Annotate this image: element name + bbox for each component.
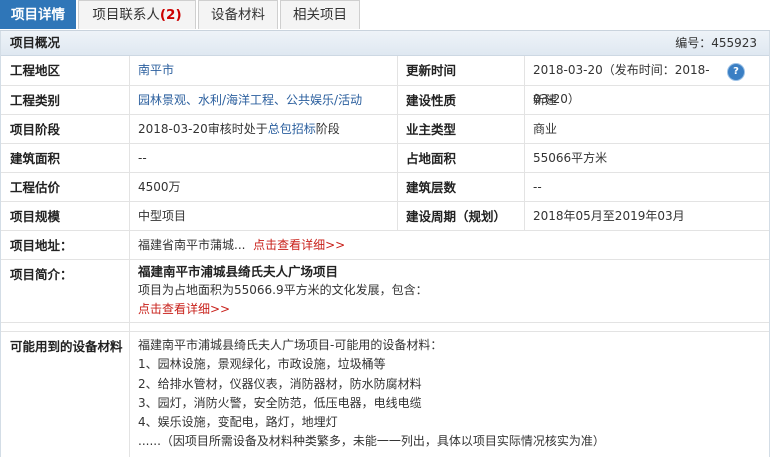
tab-related-projects[interactable]: 相关项目 — [280, 0, 360, 29]
intro-title: 福建南平市浦城县绮氏夫人广场项目 — [138, 264, 339, 279]
intro-text: 项目为占地面积为55066.9平方米的文化发展，包含： — [138, 283, 428, 297]
scale-value: 中型项目 — [138, 209, 187, 223]
owner-type-label: 业主类型 — [406, 122, 457, 137]
category-label: 工程类别 — [10, 93, 61, 108]
address-text: 福建省南平市蒲城... — [138, 238, 246, 252]
table-row: 工程类别 园林景观、水利/海洋工程、公共娱乐/活动 建设性质 新建 — [1, 86, 769, 115]
address-detail-link[interactable]: 点击查看详细>> — [253, 238, 345, 252]
region-value[interactable]: 南平市 — [129, 56, 397, 85]
stage-link[interactable]: 总包招标 — [268, 122, 316, 136]
build-area-value: -- — [138, 151, 147, 165]
build-area-label: 建筑面积 — [10, 151, 61, 166]
table-row: 项目简介： 福建南平市浦城县绮氏夫人广场项目 项目为占地面积为55066.9平方… — [1, 260, 769, 323]
tab-label: 相关项目 — [293, 7, 347, 23]
land-area-label: 占地面积 — [406, 151, 457, 166]
materials-label: 可能用到的设备材料 — [10, 339, 123, 354]
address-label: 项目地址： — [10, 238, 73, 253]
intro-detail-link[interactable]: 点击查看详细>> — [138, 300, 758, 319]
materials-content: 福建南平市浦城县绮氏夫人广场项目-可能用的设备材料： 1、园林设施，景观绿化，市… — [138, 336, 763, 452]
overview-title: 项目概况 — [10, 35, 61, 50]
materials-intro: 福建南平市浦城县绮氏夫人广场项目-可能用的设备材料： — [138, 338, 443, 352]
period-value: 2018年05月至2019年03月 — [533, 209, 685, 223]
overview-header: 项目概况 编号：455923 — [1, 31, 769, 56]
spacer-row — [1, 323, 769, 332]
table-row: 可能用到的设备材料 福建南平市浦城县绮氏夫人广场项目-可能用的设备材料： 1、园… — [1, 332, 769, 457]
list-item: 3、园灯，消防火警，安全防范，低压电器，电线电缆 — [138, 395, 422, 410]
floors-label: 建筑层数 — [406, 180, 457, 195]
category-value[interactable]: 园林景观、水利/海洋工程、公共娱乐/活动 — [129, 86, 397, 115]
scale-label: 项目规模 — [10, 209, 61, 224]
table-row: 项目规模 中型项目 建设周期（规划） 2018年05月至2019年03月 — [1, 202, 769, 231]
estimate-value: 4500万 — [138, 180, 181, 194]
nature-label: 建设性质 — [406, 93, 457, 108]
list-item: 4、娱乐设施，变配电，路灯，地埋灯 — [138, 415, 338, 430]
tab-label: 设备材料 — [211, 7, 265, 23]
intro-content: 福建南平市浦城县绮氏夫人广场项目 项目为占地面积为55066.9平方米的文化发展… — [138, 262, 758, 319]
list-item: 1、园林设施，景观绿化，市政设施，垃圾桶等 — [138, 357, 386, 372]
tab-equipment-materials[interactable]: 设备材料 — [198, 0, 278, 29]
nature-value: 新建 — [533, 93, 558, 107]
stage-value: 2018-03-20审核时处于总包招标阶段 — [129, 115, 397, 144]
materials-note: ......（因项目所需设备及材料种类繁多，未能一一列出，具体以项目实际情况核实… — [138, 434, 605, 449]
intro-label: 项目简介： — [10, 267, 73, 282]
project-number: 编号：455923 — [675, 36, 757, 50]
table-row: 项目阶段 2018-03-20审核时处于总包招标阶段 业主类型 商业 — [1, 115, 769, 144]
contacts-count-badge: (2) — [159, 7, 182, 23]
tab-project-details[interactable]: 项目详情 — [0, 0, 76, 29]
table-row: 项目地址： 福建省南平市蒲城... 点击查看详细>> — [1, 231, 769, 260]
list-item: 2、给排水管材，仪器仪表，消防器材，防水防腐材料 — [138, 376, 422, 391]
table-row: 工程估价 4500万 建筑层数 -- — [1, 173, 769, 202]
stage-suffix-text: 阶段 — [315, 122, 340, 136]
period-label: 建设周期（规划） — [406, 209, 507, 224]
tab-label: 项目详情 — [11, 7, 65, 23]
owner-type-value: 商业 — [533, 122, 558, 136]
estimate-label: 工程估价 — [10, 180, 61, 195]
project-detail-panel: 项目概况 编号：455923 工程地区 南平市 更新时间 2018-03-20（… — [0, 31, 770, 457]
tab-label: 项目联系人 — [92, 7, 160, 23]
stage-label: 项目阶段 — [10, 122, 61, 137]
update-time-label: 更新时间 — [406, 63, 457, 78]
table-row: 建筑面积 -- 占地面积 55066平方米 — [1, 144, 769, 173]
region-label: 工程地区 — [10, 63, 61, 78]
land-area-value: 55066平方米 — [533, 151, 608, 165]
table-row: 工程地区 南平市 更新时间 2018-03-20（发布时间：2018-03-20… — [1, 56, 769, 106]
tab-bar: 项目详情 项目联系人(2) 设备材料 相关项目 — [0, 0, 770, 31]
address-value: 福建省南平市蒲城... 点击查看详细>> — [129, 231, 749, 260]
stage-date-text: 2018-03-20审核时处于 — [138, 122, 268, 136]
help-info-icon[interactable]: ? — [728, 64, 744, 80]
tab-project-contacts[interactable]: 项目联系人(2) — [78, 0, 196, 29]
floors-value: -- — [533, 180, 542, 194]
